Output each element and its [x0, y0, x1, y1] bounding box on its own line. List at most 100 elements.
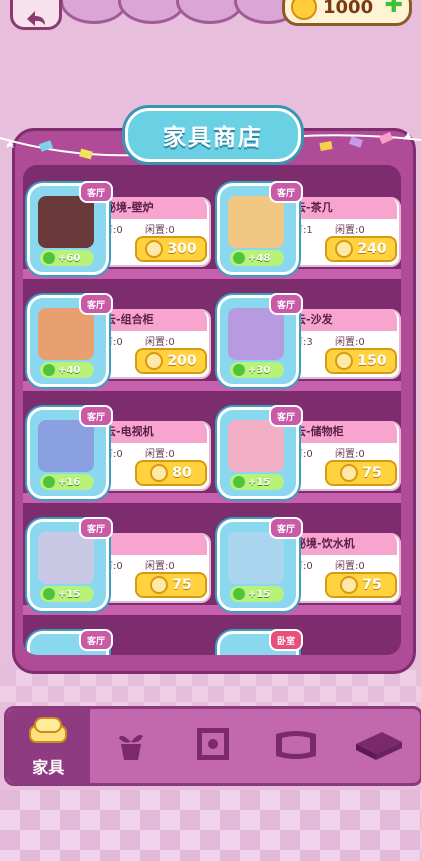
idle-count: 闲置:0 [335, 561, 365, 572]
idle-count: 闲置:0 [145, 561, 175, 572]
coin-balance: 1000 ✚ [282, 0, 412, 26]
furniture-image-icon [38, 196, 94, 248]
furniture-item-card[interactable]: 繁花秘境-饮水机 已拥有:0 闲置:0 75 +15 客厅 [217, 517, 401, 611]
floor-pattern [0, 670, 421, 706]
furniture-image-icon [38, 420, 94, 472]
plant-pot-icon [111, 724, 151, 768]
smile-icon [233, 588, 245, 600]
tab-floor-tile[interactable] [337, 709, 420, 783]
furniture-item-card[interactable]: 元气云-沙发 已拥有:3 闲置:0 150 +30 客厅 [217, 293, 401, 387]
buy-button[interactable]: 300 [135, 236, 207, 262]
score-value: +48 [248, 252, 271, 264]
item-price: 75 [362, 577, 382, 593]
buy-button[interactable]: 200 [135, 348, 207, 374]
item-price: 75 [362, 465, 382, 481]
furniture-item-card[interactable]: 繁花秘境-壁炉 已拥有:0 闲置:0 300 +60 客厅 [27, 181, 211, 275]
furniture-item-card[interactable]: 空调 已拥有:0 闲置:0 75 +15 客厅 [27, 517, 211, 611]
floor-pattern-bottom [0, 790, 421, 861]
furniture-image-icon [228, 196, 284, 248]
score-value: +30 [248, 364, 271, 376]
back-button[interactable] [10, 0, 62, 30]
room-badge: 客厅 [269, 293, 303, 315]
item-price: 300 [167, 241, 197, 257]
room-badge: 客厅 [79, 293, 113, 315]
item-price: 80 [172, 465, 192, 481]
category-tabs: 家具 [4, 706, 421, 786]
score-value: +15 [248, 588, 271, 600]
item-price: 150 [357, 353, 387, 369]
room-badge: 客厅 [79, 517, 113, 539]
furniture-item-card[interactable]: 元气云-电视机 已拥有:0 闲置:0 80 +16 客厅 [27, 405, 211, 499]
furniture-image-icon [38, 532, 94, 584]
picture-frame-icon [193, 724, 233, 768]
room-badge: 客厅 [269, 181, 303, 203]
shop-title-sign: 家具商店 [125, 108, 301, 162]
comfort-score: +15 [230, 474, 284, 490]
coin-icon [150, 576, 169, 594]
tab-label: 家具 [32, 758, 65, 777]
coin-icon [340, 464, 359, 482]
furniture-image-icon [228, 532, 284, 584]
idle-count: 闲置:0 [335, 337, 365, 348]
idle-count: 闲置:0 [145, 337, 175, 348]
comfort-score: +15 [230, 586, 284, 602]
comfort-score: +40 [40, 362, 94, 378]
item-price: 240 [357, 241, 387, 257]
coin-icon [340, 576, 359, 594]
room-badge: 客厅 [79, 181, 113, 203]
furniture-item-card-partial[interactable]: 客厅 [27, 629, 207, 655]
tab-plant-pot[interactable] [90, 709, 173, 783]
furniture-image-icon [228, 308, 284, 360]
buy-button[interactable]: 150 [325, 348, 397, 374]
score-value: +60 [58, 252, 81, 264]
buy-button[interactable]: 80 [135, 460, 207, 486]
coin-icon [145, 352, 164, 370]
smile-icon [233, 252, 245, 264]
smile-icon [43, 588, 55, 600]
score-value: +15 [58, 588, 81, 600]
room-badge: 客厅 [269, 405, 303, 427]
smile-icon [43, 364, 55, 376]
smile-icon [43, 252, 55, 264]
smile-icon [233, 476, 245, 488]
buy-button[interactable]: 240 [325, 236, 397, 262]
buy-button[interactable]: 75 [135, 572, 207, 598]
furniture-item-card[interactable]: 元气云-茶几 已拥有:1 闲置:0 240 +48 客厅 [217, 181, 401, 275]
coin-icon [145, 240, 164, 258]
shop-shelf: 繁花秘境-壁炉 已拥有:0 闲置:0 300 +60 客厅 元气云-茶几 已拥有… [12, 128, 416, 674]
score-value: +16 [58, 476, 81, 488]
coin-icon [291, 0, 317, 20]
furniture-image-icon [228, 420, 284, 472]
buy-button[interactable]: 75 [325, 460, 397, 486]
comfort-score: +48 [230, 250, 284, 266]
tab-picture-frame[interactable] [172, 709, 255, 783]
buy-button[interactable]: 75 [325, 572, 397, 598]
sofa-icon [26, 714, 70, 752]
score-value: +40 [58, 364, 81, 376]
idle-count: 闲置:0 [145, 225, 175, 236]
item-grid: 繁花秘境-壁炉 已拥有:0 闲置:0 300 +60 客厅 元气云-茶几 已拥有… [23, 165, 401, 655]
smile-icon [43, 476, 55, 488]
furniture-image-icon [38, 308, 94, 360]
tab-sofa[interactable]: 家具 [7, 709, 90, 783]
rug-icon [272, 726, 320, 766]
room-badge: 客厅 [269, 517, 303, 539]
item-price: 75 [172, 577, 192, 593]
room-badge: 客厅 [79, 405, 113, 427]
room-badge: 客厅 [79, 629, 113, 651]
coin-amount: 1000 [323, 0, 374, 18]
room-badge: 卧室 [269, 629, 303, 651]
item-price: 200 [167, 353, 197, 369]
tab-rug[interactable] [255, 709, 338, 783]
furniture-item-card[interactable]: 元气云-组合柜 已拥有:0 闲置:0 200 +40 客厅 [27, 293, 211, 387]
shop-title: 家具商店 [163, 125, 263, 151]
furniture-item-card[interactable]: 元气云-储物柜 已拥有:0 闲置:0 75 +15 客厅 [217, 405, 401, 499]
idle-count: 闲置:0 [145, 449, 175, 460]
score-value: +15 [248, 476, 271, 488]
idle-count: 闲置:0 [335, 449, 365, 460]
plus-icon[interactable]: ✚ [385, 0, 403, 18]
furniture-item-card-partial[interactable]: 卧室 [217, 629, 397, 655]
idle-count: 闲置:0 [335, 225, 365, 236]
floor-tile-icon [352, 726, 406, 766]
comfort-score: +16 [40, 474, 94, 490]
